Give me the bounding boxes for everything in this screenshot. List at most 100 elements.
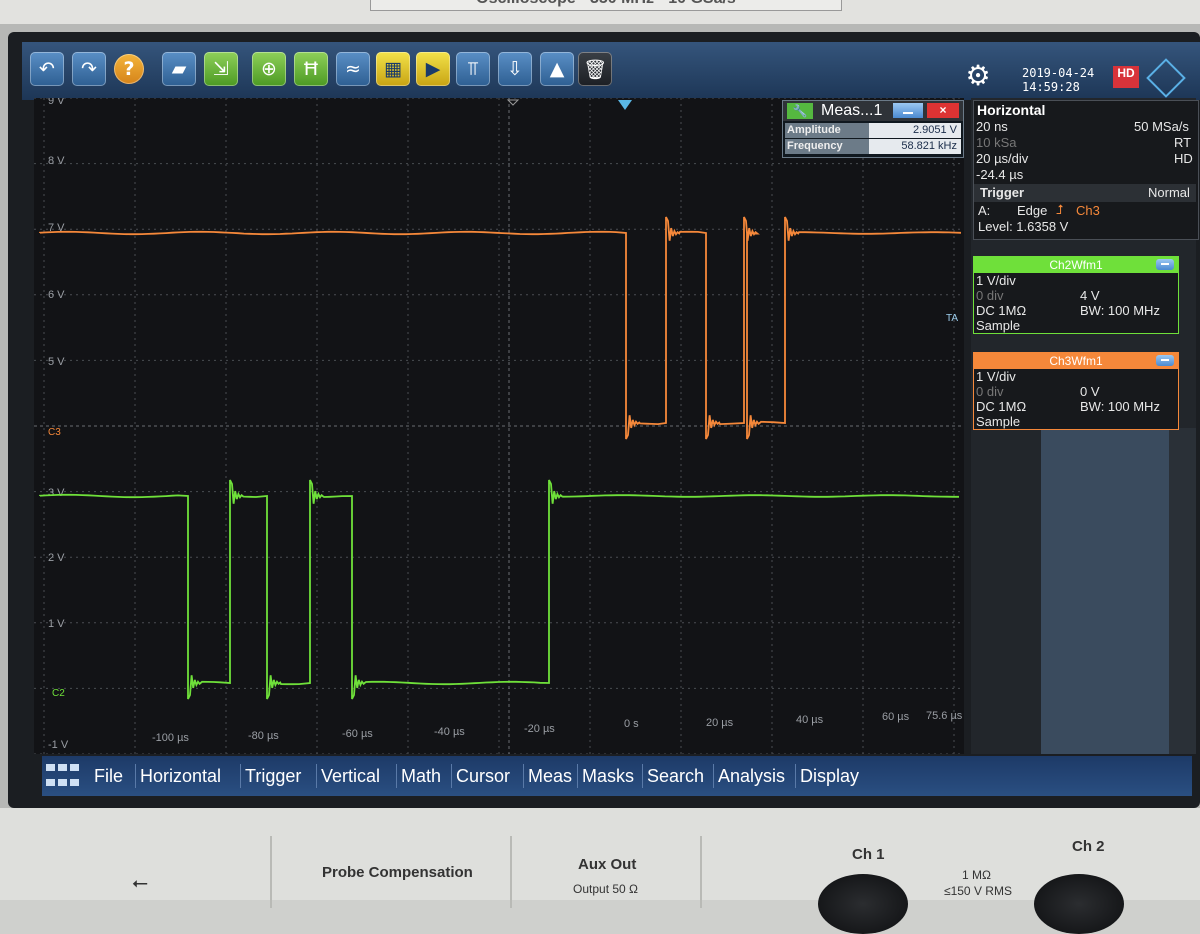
graticule-grid [34, 98, 964, 754]
voltage-tick-label: 9 V [48, 98, 65, 107]
ch2-header[interactable]: Ch2Wfm1 [974, 257, 1178, 273]
cursor-icon[interactable]: ⫪ [456, 52, 490, 86]
help-icon[interactable]: ? [114, 54, 144, 84]
horizontal-position: -24.4 µs [976, 167, 1024, 182]
horizontal-sample-rate: 50 MSa/s [1134, 119, 1189, 134]
measurement-row-amplitude: Amplitude 2.9051 V [785, 123, 961, 139]
menu-bar: File Horizontal Trigger Vertical Math Cursor M… [42, 756, 1192, 796]
voltage-tick-label: 5 V [48, 356, 65, 368]
ch3-position: 0 V [1080, 384, 1100, 399]
trash-icon[interactable]: 🗑 [578, 52, 612, 86]
undo-arrow-icon[interactable]: ↶ [30, 52, 64, 86]
panel-divider [700, 836, 702, 908]
instrument-top-strip: Oscilloscope · 350 MHz · 10 GSa/s [0, 0, 1200, 24]
panel-divider [510, 836, 512, 908]
ch3-waveform-trace[interactable] [39, 216, 962, 440]
menu-separator [577, 764, 578, 788]
trigger-position-marker[interactable] [618, 100, 632, 110]
minimize-button[interactable] [893, 103, 923, 118]
measurement-value: 58.821 kHz [869, 139, 961, 154]
ch3-settings-box[interactable]: Ch3Wfm1 1 V/div 0 div 0 V DC 1MΩ BW: 100… [973, 352, 1179, 430]
measurement-row-frequency: Frequency 58.821 kHz [785, 139, 961, 155]
trigger-icon[interactable]: ▶ [416, 52, 450, 86]
voltage-tick-label: 1 V [48, 618, 65, 630]
menu-search[interactable]: Search [647, 766, 704, 787]
zoom-icon[interactable]: ⊕ [252, 52, 286, 86]
panel-divider [270, 836, 272, 908]
ch3-header[interactable]: Ch3Wfm1 [974, 353, 1178, 369]
ch2-label: Ch 2 [1072, 838, 1105, 855]
menu-meas[interactable]: Meas [528, 766, 572, 787]
open-folder-icon[interactable]: ▰ [162, 52, 196, 86]
measurement-window[interactable]: 🔧 Meas...1 × Amplitude 2.9051 V Frequenc… [782, 100, 964, 158]
ch3-bandwidth: BW: 100 MHz [1080, 399, 1160, 414]
input-spec-voltage: ≤150 V RMS [944, 884, 1012, 898]
menu-masks[interactable]: Masks [582, 766, 634, 787]
wrench-icon[interactable]: 🔧 [787, 103, 813, 119]
menu-separator [396, 764, 397, 788]
time-text: 14:59:28 [1022, 80, 1080, 94]
menu-file[interactable]: File [94, 766, 123, 787]
ch1-label: Ch 1 [852, 846, 885, 863]
voltage-axis-labels: 9 V8 V7 V6 V5 V3 V2 V1 V-1 V [48, 98, 69, 751]
export-icon[interactable]: ⇩ [498, 52, 532, 86]
app-grid-icon[interactable] [46, 764, 80, 790]
histogram-icon[interactable]: Ħ [294, 52, 328, 86]
menu-horizontal[interactable]: Horizontal [140, 766, 221, 787]
ch1-input-connector[interactable] [818, 874, 908, 934]
time-tick-label: -80 µs [248, 730, 279, 742]
ch3-minimize-button[interactable] [1156, 355, 1174, 366]
ch2-scale: 1 V/div [976, 273, 1016, 288]
time-tick-label: 0 s [624, 718, 639, 730]
hd-badge[interactable]: HD [1113, 66, 1139, 88]
fft-icon[interactable]: ▲ [540, 52, 574, 86]
channel-markers: C2 C3 TA [48, 99, 958, 699]
ch2-ground-marker[interactable]: C2 [52, 688, 65, 699]
menu-separator [135, 764, 136, 788]
ch2-position: 4 V [1080, 288, 1100, 303]
menu-display[interactable]: Display [800, 766, 859, 787]
menu-separator [523, 764, 524, 788]
menu-cursor[interactable]: Cursor [456, 766, 510, 787]
redo-arrow-icon[interactable]: ↷ [72, 52, 106, 86]
save-waveform-icon[interactable]: ⇲ [204, 52, 238, 86]
menu-trigger[interactable]: Trigger [245, 766, 301, 787]
reference-waveform-icon[interactable]: ≈ [336, 52, 370, 86]
date-text: 2019-04-24 [1022, 66, 1095, 80]
measurement-value: 2.9051 V [869, 123, 961, 138]
aux-out-label: Aux Out [578, 856, 637, 873]
close-button[interactable]: × [927, 103, 959, 118]
aux-out-sub-label: Output 50 Ω [573, 882, 639, 896]
time-axis-labels: -100 µs -80 µs -60 µs -40 µs -20 µs 0 s 20 µs 4… [152, 710, 963, 744]
date-time: 2019-04-24 14:59:28 [1022, 66, 1094, 94]
waveform-graticule-svg[interactable]: 9 V8 V7 V6 V5 V3 V2 V1 V-1 V -100 µs -80 … [34, 98, 964, 754]
ch2-settings-box[interactable]: Ch2Wfm1 1 V/div 0 div 4 V DC 1MΩ BW: 100… [973, 256, 1179, 334]
menu-vertical[interactable]: Vertical [321, 766, 380, 787]
horizontal-time-scale: 20 µs/div [976, 151, 1029, 166]
menu-math[interactable]: Math [401, 766, 441, 787]
usb-icon: ⭠ [132, 870, 148, 894]
time-tick-label: 60 µs [882, 711, 910, 723]
horizontal-record-length: 10 kSa [976, 135, 1017, 150]
horizontal-mode: RT [1174, 135, 1192, 150]
ch2-input-connector[interactable] [1034, 874, 1124, 934]
time-tick-label: 40 µs [796, 714, 824, 726]
measurement-header[interactable]: 🔧 Meas...1 × [783, 101, 963, 121]
time-tick-label: 20 µs [706, 717, 734, 729]
voltage-tick-label: -1 V [48, 739, 69, 751]
ch2-minimize-button[interactable] [1156, 259, 1174, 270]
menu-analysis[interactable]: Analysis [718, 766, 785, 787]
menu-separator [795, 764, 796, 788]
ch3-offset: 0 div [976, 384, 1004, 399]
instrument-model-label: Oscilloscope · 350 MHz · 10 GSa/s [370, 0, 842, 11]
trigger-level-marker[interactable]: TA [946, 313, 958, 324]
time-tick-label: -40 µs [434, 726, 465, 738]
ch3-ground-marker[interactable]: C3 [48, 427, 61, 438]
ch3-acquisition: Sample [976, 414, 1021, 429]
settings-gear-icon[interactable]: ⚙ [962, 60, 994, 92]
menu-separator [713, 764, 714, 788]
voltage-tick-label: 2 V [48, 552, 65, 564]
mask-icon[interactable]: ▦ [376, 52, 410, 86]
side-panel-column-right [1169, 428, 1196, 754]
ch3-coupling: DC 1MΩ [976, 399, 1027, 414]
